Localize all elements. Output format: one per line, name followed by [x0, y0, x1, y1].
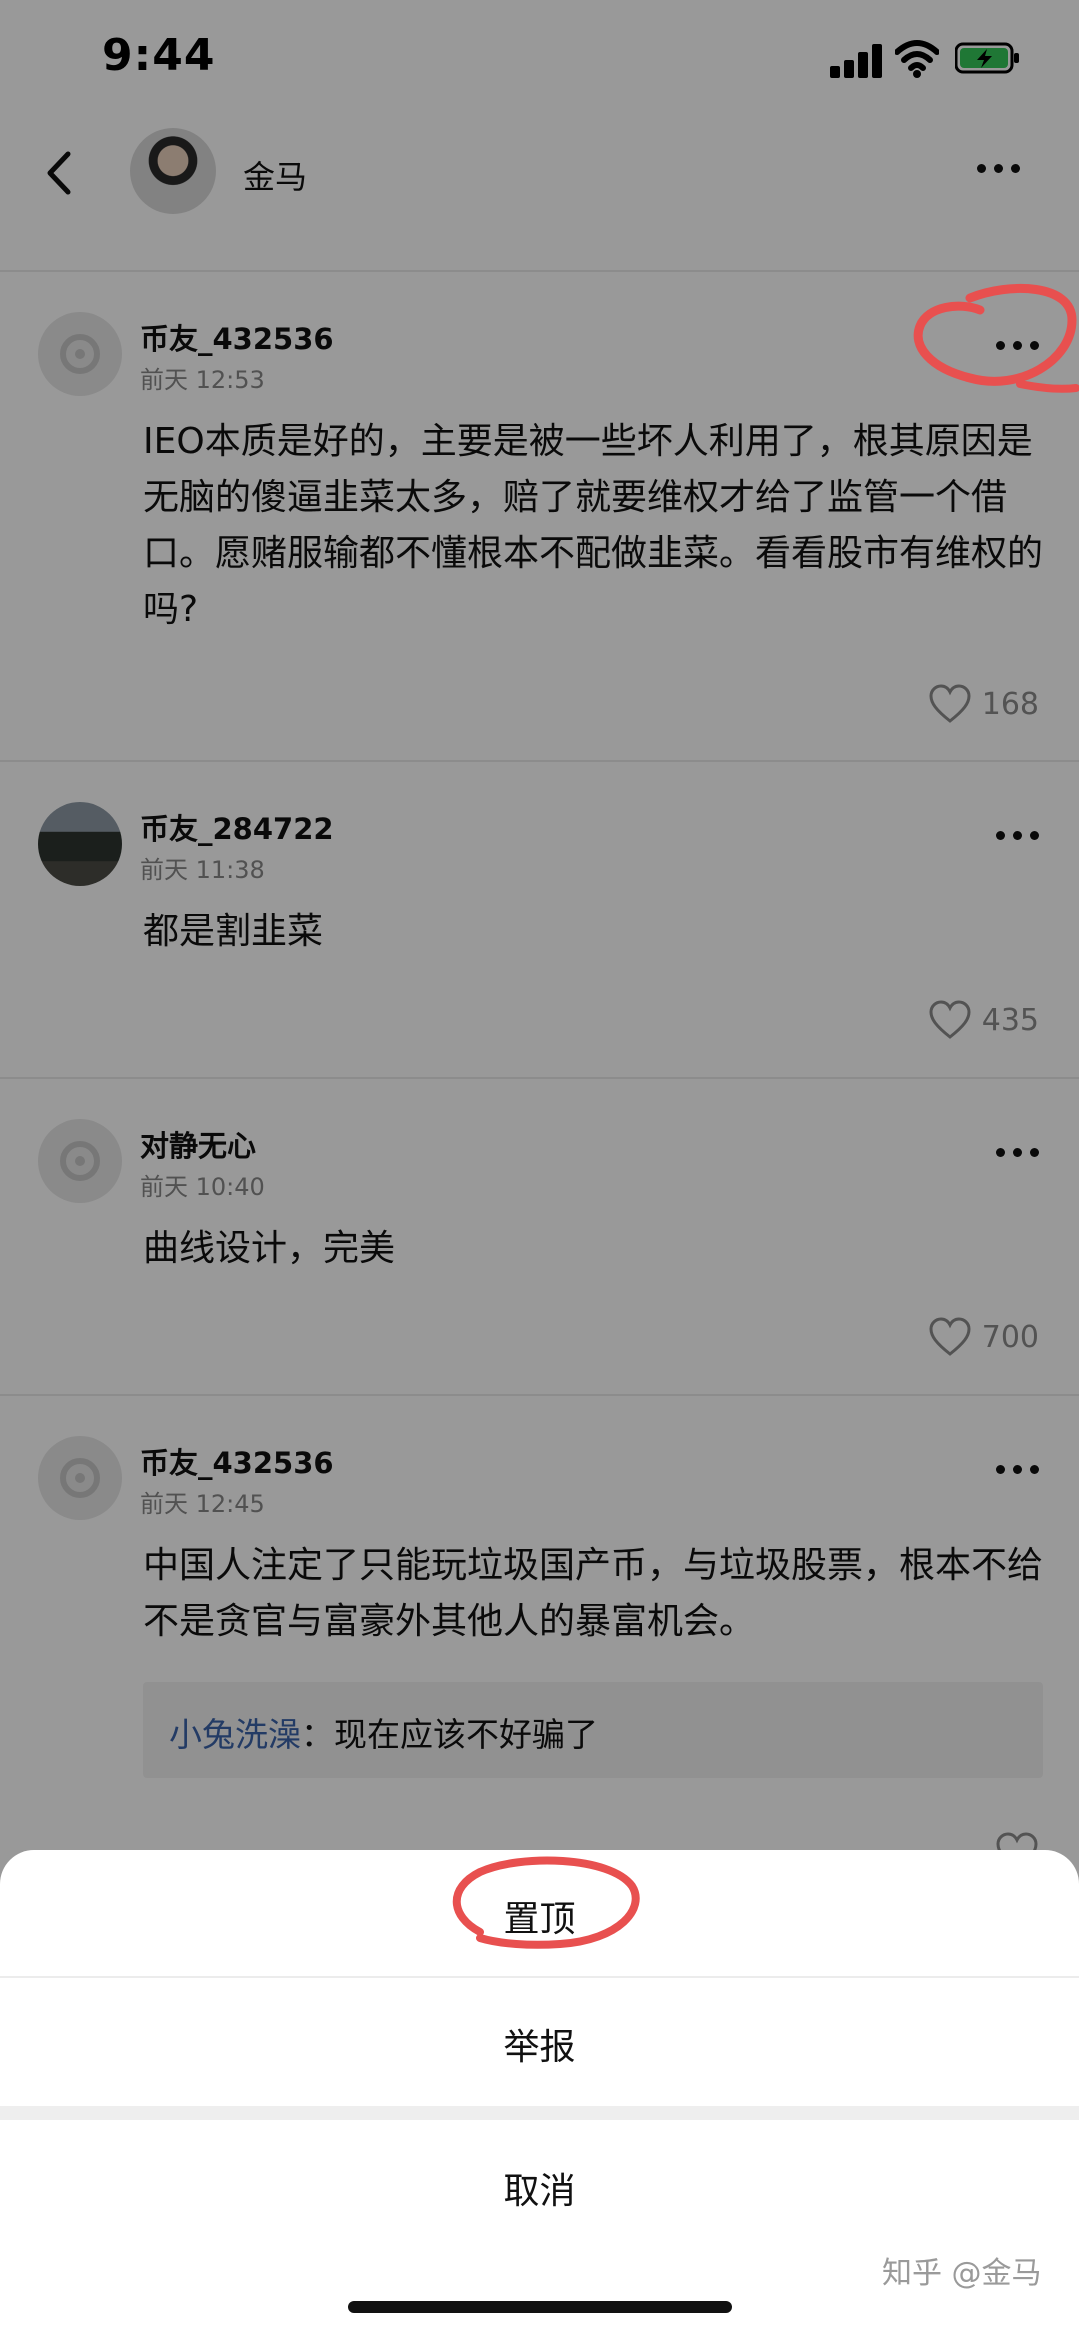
- watermark: 知乎 @金马: [882, 2256, 1042, 2291]
- report-button[interactable]: 举报: [0, 2018, 1079, 2070]
- annotation-circle: [913, 284, 1079, 393]
- sheet-gap: [0, 2106, 1079, 2120]
- sheet-divider: [0, 1976, 1079, 1978]
- home-indicator[interactable]: [348, 2301, 732, 2313]
- annotation-circle: [452, 1856, 640, 1949]
- cancel-button[interactable]: 取消: [0, 2162, 1079, 2214]
